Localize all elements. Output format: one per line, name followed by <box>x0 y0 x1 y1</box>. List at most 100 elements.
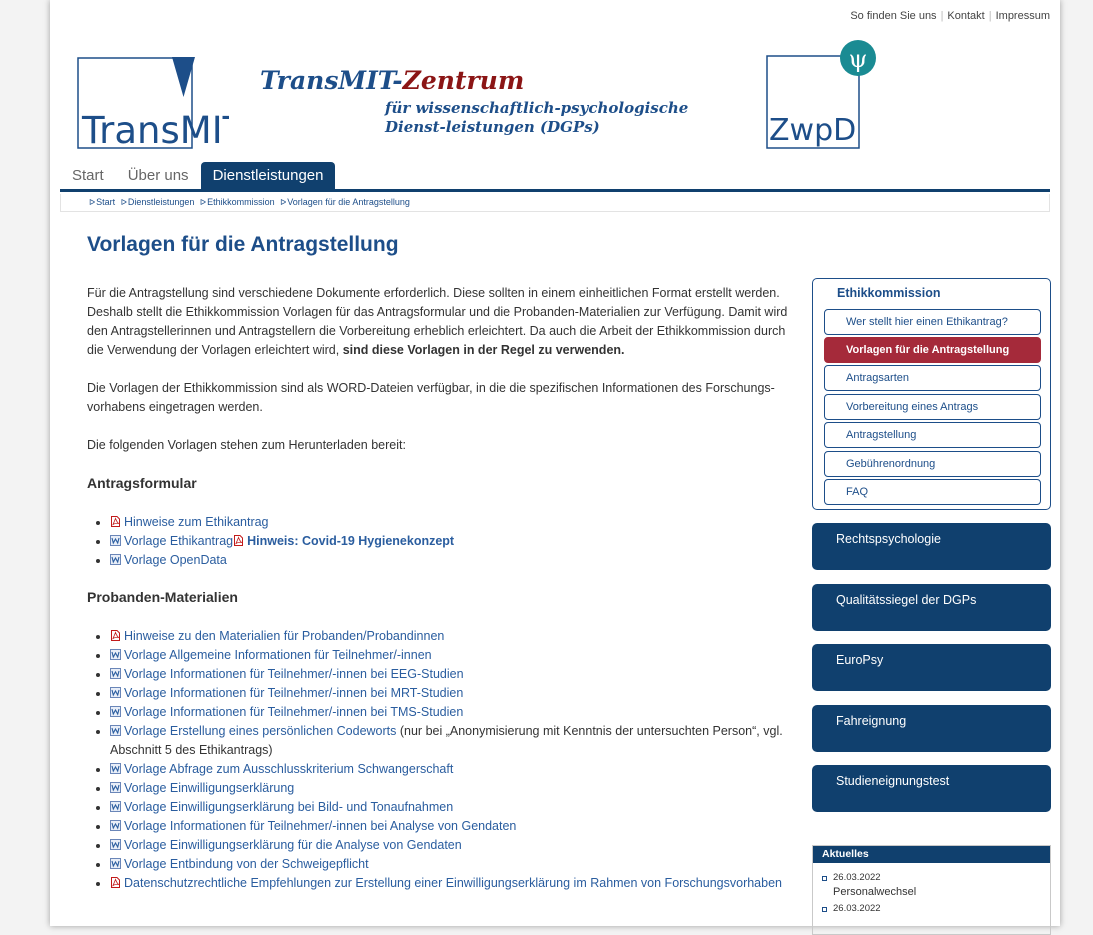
sidebar-link[interactable]: Antragsarten <box>824 365 1041 391</box>
sidebar-tile-quality-seal[interactable]: Qualitätssiegel der DGPs <box>812 584 1051 631</box>
page: So finden Sie uns | Kontakt | Impressum Tran… <box>50 0 1060 935</box>
toplink-separator: | <box>940 10 944 22</box>
list-item: Vorlage Informationen für Teilnehmer/-in… <box>110 684 793 703</box>
list-item: Hinweise zum Ethikantrag <box>110 513 793 532</box>
nav-start[interactable]: Start <box>60 162 116 190</box>
main-nav: Start Über uns Dienstleistungen <box>60 162 336 190</box>
zwpd-logo-text: ZwpD <box>769 113 856 148</box>
covid-hygiene-link[interactable]: Hinweis: Covid-19 Hygienekonzept <box>247 534 454 548</box>
intro-paragraph-3: Die folgenden Vorlagen stehen zum Herunt… <box>87 438 406 452</box>
news-bullet-icon <box>822 876 827 881</box>
list-item: Vorlage OpenData <box>110 551 793 570</box>
toplink-separator: | <box>988 10 992 22</box>
sidebar-link[interactable]: Wer stellt hier einen Ethikantrag? <box>824 309 1041 335</box>
top-links: So finden Sie uns | Kontakt | Impressum <box>850 10 1050 22</box>
transmit-logo-text: TransMIT <box>81 109 229 149</box>
download-link[interactable]: Vorlage Einwilligungserklärung bei Bild-… <box>124 800 453 814</box>
word-doc-icon <box>110 668 121 679</box>
sidebar-link[interactable]: Vorbereitung eines Antrags <box>824 394 1041 420</box>
toplink-imprint[interactable]: Impressum <box>996 10 1050 22</box>
download-link[interactable]: Vorlage Einwilligungserklärung für die A… <box>124 838 462 852</box>
word-doc-icon <box>110 839 121 850</box>
download-link[interactable]: Datenschutzrechtliche Empfehlungen zur E… <box>124 876 782 890</box>
news-headline[interactable]: Personalwechsel <box>833 886 1050 898</box>
breadcrumb-start[interactable]: Start <box>96 197 115 207</box>
sidebar-tile-study-aptitude[interactable]: Studieneignungstest <box>812 765 1051 812</box>
nav-divider <box>60 189 1050 192</box>
download-link[interactable]: Vorlage Einwilligungserklärung <box>124 781 294 795</box>
download-link[interactable]: Vorlage Abfrage zum Ausschlusskriterium … <box>124 762 453 776</box>
word-doc-icon <box>110 858 121 869</box>
word-doc-icon <box>110 687 121 698</box>
section-title-participant-materials: Probanden-Materialien <box>87 589 238 605</box>
word-doc-icon <box>110 782 121 793</box>
toplink-contact[interactable]: Kontakt <box>947 10 984 22</box>
news-date: 26.03.2022 <box>833 903 881 914</box>
download-link[interactable]: Vorlage Informationen für Teilnehmer/-in… <box>124 819 516 833</box>
download-link[interactable]: Vorlage Allgemeine Informationen für Tei… <box>124 648 432 662</box>
word-doc-icon <box>110 820 121 831</box>
section-title-application-form: Antragsformular <box>87 475 197 491</box>
list-item: Vorlage Einwilligungserklärung für die A… <box>110 836 793 855</box>
pdf-icon <box>111 877 120 888</box>
site-title: TransMIT-Zentrum <box>260 66 524 95</box>
zwpd-logo[interactable]: ψ ZwpD <box>766 40 878 150</box>
word-doc-icon <box>110 649 121 660</box>
participant-materials-list: Hinweise zu den Materialien für Probande… <box>87 627 793 893</box>
list-item: Datenschutzrechtliche Empfehlungen zur E… <box>110 874 793 893</box>
sidebar-link[interactable]: Antragstellung <box>824 422 1041 448</box>
news-title: Aktuelles <box>813 846 1050 863</box>
news-item[interactable]: 26.03.2022 <box>813 903 1050 914</box>
word-doc-icon <box>110 801 121 812</box>
list-item: Vorlage Abfrage zum Ausschlusskriterium … <box>110 760 793 779</box>
breadcrumb-current[interactable]: Vorlagen für die Antragstellung <box>287 197 410 207</box>
list-item: Vorlage Entbindung von der Schweigepflic… <box>110 855 793 874</box>
sidebar-tile-europsy[interactable]: EuroPsy <box>812 644 1051 691</box>
news-item[interactable]: 26.03.2022 Personalwechsel <box>813 872 1050 898</box>
pdf-icon <box>234 535 244 546</box>
transmit-logo[interactable]: TransMIT <box>77 57 229 149</box>
pdf-icon <box>111 630 120 641</box>
intro-paragraph-1: Für die Antragstellung sind verschiedene… <box>87 284 793 360</box>
sidebar-link[interactable]: Gebührenordnung <box>824 451 1041 477</box>
nav-services[interactable]: Dienstleistungen <box>200 162 336 190</box>
download-link[interactable]: Vorlage OpenData <box>124 553 227 567</box>
breadcrumb-ethics[interactable]: Ethikkommission <box>207 197 275 207</box>
sidebar-link[interactable]: FAQ <box>824 479 1041 505</box>
download-link[interactable]: Vorlage Informationen für Teilnehmer/-in… <box>124 686 463 700</box>
pdf-icon <box>111 516 120 527</box>
site-subtitle: für wissenschaftlich-psychologische Dien… <box>385 99 689 136</box>
sidebar-tile-legal-psychology[interactable]: Rechtspsychologie <box>812 523 1051 570</box>
application-form-list: Hinweise zum Ethikantrag Vorlage Ethikant… <box>87 513 793 570</box>
sidebar-link[interactable]: Vorlagen für die Antragstellung <box>824 337 1041 363</box>
download-link[interactable]: Vorlage Ethikantrag <box>124 534 233 548</box>
breadcrumb: ᐅStart ᐅDienstleistungen ᐅEthikkommissio… <box>60 194 1050 212</box>
download-link[interactable]: Vorlage Informationen für Teilnehmer/-in… <box>124 705 463 719</box>
intro-paragraph-2: Die Vorlagen der Ethikkommission sind al… <box>87 381 775 414</box>
news-box: Aktuelles 26.03.2022 Personalwechsel 26.… <box>812 845 1051 935</box>
toplink-find-us[interactable]: So finden Sie uns <box>850 10 936 22</box>
download-link[interactable]: Vorlage Erstellung eines persönlichen Co… <box>124 724 396 738</box>
download-link[interactable]: Hinweise zu den Materialien für Probande… <box>124 629 444 643</box>
breadcrumb-arrow-icon: ᐅ <box>280 198 287 207</box>
list-item: Vorlage Erstellung eines persönlichen Co… <box>110 722 793 760</box>
list-item: Vorlage Einwilligungserklärung <box>110 779 793 798</box>
list-item: Vorlage Informationen für Teilnehmer/-in… <box>110 665 793 684</box>
psi-symbol: ψ <box>849 45 868 73</box>
main-content: Für die Antragstellung sind verschiedene… <box>87 284 793 911</box>
sidebar-tile-driving-aptitude[interactable]: Fahreignung <box>812 705 1051 752</box>
page-title: Vorlagen für die Antragstellung <box>87 233 399 256</box>
breadcrumb-arrow-icon: ᐅ <box>199 198 207 207</box>
list-item: Hinweise zu den Materialien für Probande… <box>110 627 793 646</box>
breadcrumb-services[interactable]: Dienstleistungen <box>128 197 195 207</box>
list-item: Vorlage Allgemeine Informationen für Tei… <box>110 646 793 665</box>
nav-about[interactable]: Über uns <box>116 162 201 190</box>
sidebar-box-title[interactable]: Ethikkommission <box>837 286 941 300</box>
download-link[interactable]: Vorlage Informationen für Teilnehmer/-in… <box>124 667 464 681</box>
download-link[interactable]: Hinweise zum Ethikantrag <box>124 515 269 529</box>
word-doc-icon <box>110 554 121 565</box>
site-title-part1: TransMIT- <box>260 66 403 95</box>
intro-text-1-bold: sind diese Vorlagen in der Regel zu verw… <box>342 343 625 357</box>
breadcrumb-arrow-icon: ᐅ <box>120 198 127 207</box>
download-link[interactable]: Vorlage Entbindung von der Schweigepflic… <box>124 857 369 871</box>
